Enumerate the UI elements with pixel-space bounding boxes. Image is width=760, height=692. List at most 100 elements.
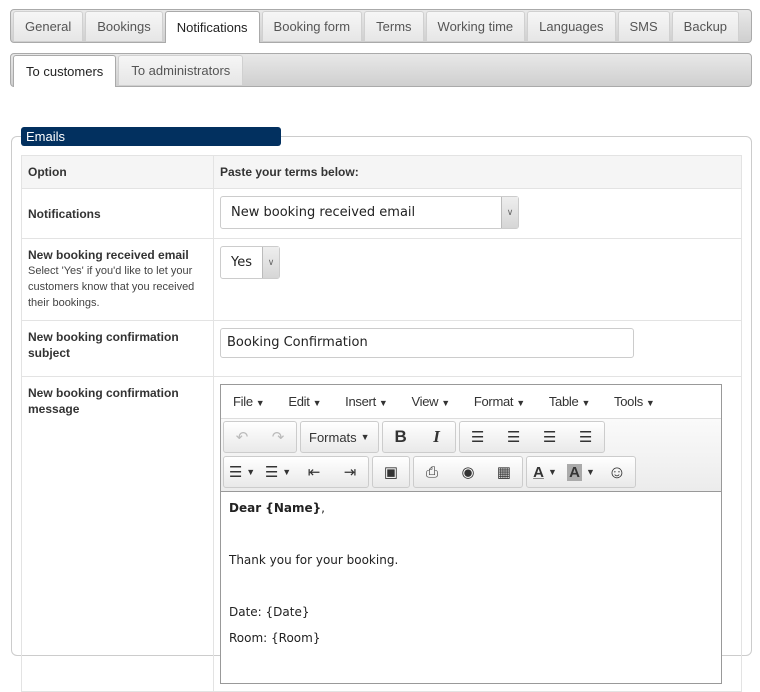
tab-to-customers[interactable]: To customers <box>13 55 117 87</box>
bullet-list-icon[interactable]: ☰ ▼ <box>224 457 260 487</box>
subject-label: New booking confirmation subject <box>21 320 214 377</box>
editor-toolbars: ↶ ↷ Formats ▼ B I ☰ ☰ ☰ ☰ ☰ ▼ ☰ ▼ ⇤ ⇥ ▣ … <box>221 419 721 492</box>
main-tabbar: General Bookings Notifications Booking f… <box>10 9 752 43</box>
received-email-cell: Yes ∨ <box>213 238 742 321</box>
caret-down-icon: ▼ <box>312 398 322 408</box>
preview-eye-icon[interactable]: ◉ <box>450 457 486 487</box>
table-header-row: Option Paste your terms below: <box>21 155 742 189</box>
tab-languages[interactable]: Languages <box>527 11 616 41</box>
caret-down-icon: ▼ <box>360 432 370 442</box>
background-color-icon[interactable]: A ▼ <box>563 457 599 487</box>
menu-table[interactable]: Table ▼ <box>549 394 590 409</box>
notifications-select-value: New booking received email <box>231 205 416 220</box>
text-color-icon[interactable]: A ▼ <box>527 457 563 487</box>
caret-down-icon: ▼ <box>645 398 655 408</box>
subject-input[interactable]: Booking Confirmation <box>220 328 634 358</box>
color-group: A ▼ A ▼ ☺ <box>526 456 636 488</box>
menu-file[interactable]: File ▼ <box>233 394 265 409</box>
tab-notifications[interactable]: Notifications <box>164 11 260 43</box>
menu-file-label: File <box>233 394 253 409</box>
menu-format-label: Format <box>473 394 514 409</box>
numbered-list-glyph: ☰ <box>264 464 279 481</box>
chevron-down-icon: ∨ <box>501 197 518 228</box>
table-row: New booking confirmation message File ▼ E… <box>21 376 742 692</box>
tab-bookings[interactable]: Bookings <box>85 11 163 41</box>
table-row: Notifications New booking received email… <box>21 188 742 239</box>
menu-view[interactable]: View ▼ <box>411 394 451 409</box>
tab-working-time[interactable]: Working time <box>425 11 526 41</box>
align-right-icon[interactable]: ☰ <box>532 422 568 452</box>
room-line: Room: {Room} <box>229 631 321 645</box>
emails-legend: Emails <box>21 127 281 146</box>
caret-down-icon: ▼ <box>378 398 388 408</box>
image-group: ▣ <box>372 456 410 488</box>
date-line: Date: {Date} <box>229 605 310 619</box>
sub-tabbar: To customers To administrators <box>10 53 752 87</box>
menu-insert[interactable]: Insert ▼ <box>345 394 388 409</box>
indent-icon[interactable]: ⇥ <box>332 457 368 487</box>
media-icon[interactable]: ▦ <box>486 457 522 487</box>
image-icon[interactable]: ▣ <box>373 457 409 487</box>
menu-tools[interactable]: Tools ▼ <box>614 394 655 409</box>
menu-view-label: View <box>411 394 439 409</box>
notifications-cell: New booking received email ∨ <box>213 188 742 239</box>
tab-general[interactable]: General <box>13 11 84 41</box>
justify-icon[interactable]: ☰ <box>568 422 604 452</box>
subject-cell: Booking Confirmation <box>213 320 742 377</box>
menu-edit[interactable]: Edit ▼ <box>288 394 321 409</box>
align-center-icon[interactable]: ☰ <box>496 422 532 452</box>
message-cell: File ▼ Edit ▼ Insert ▼ View ▼ Format ▼ Table ▼… <box>213 376 742 692</box>
align-left-icon[interactable]: ☰ <box>460 422 496 452</box>
received-email-help: Select 'Yes' if you'd like to let your c… <box>28 265 195 309</box>
message-label: New booking confirmation message <box>21 376 214 692</box>
rich-text-editor: File ▼ Edit ▼ Insert ▼ View ▼ Format ▼ Table ▼… <box>220 384 722 684</box>
greeting-comma: , <box>321 501 325 515</box>
formats-label: Formats <box>309 429 357 445</box>
received-email-select-value: Yes <box>231 255 252 270</box>
tab-sms[interactable]: SMS <box>617 11 670 41</box>
numbered-list-icon[interactable]: ☰ ▼ <box>260 457 296 487</box>
menu-insert-label: Insert <box>345 394 376 409</box>
align-group: ☰ ☰ ☰ ☰ <box>458 421 605 453</box>
value-column-header: Paste your terms below: <box>213 155 742 189</box>
table-row: New booking confirmation subject Booking… <box>21 320 742 377</box>
options-table: Option Paste your terms below: Notificat… <box>21 155 742 692</box>
history-group: ↶ ↷ <box>223 421 297 453</box>
toolbar-row-1: ↶ ↷ Formats ▼ B I ☰ ☰ ☰ ☰ <box>223 421 721 453</box>
menu-tools-label: Tools <box>614 394 643 409</box>
outdent-icon[interactable]: ⇤ <box>296 457 332 487</box>
caret-down-icon: ▼ <box>585 467 595 477</box>
bold-icon[interactable]: B <box>383 422 419 452</box>
bullet-list-glyph: ☰ <box>228 464 243 481</box>
text-color-glyph: A <box>533 463 544 481</box>
notifications-label: Notifications <box>21 188 214 239</box>
editor-menubar: File ▼ Edit ▼ Insert ▼ View ▼ Format ▼ Table ▼… <box>221 385 721 419</box>
menu-format[interactable]: Format ▼ <box>474 394 525 409</box>
caret-down-icon: ▼ <box>516 398 525 408</box>
print-icon[interactable]: ⎙ <box>414 457 450 487</box>
received-email-label-cell: New booking received email Select 'Yes' … <box>21 238 214 321</box>
undo-icon[interactable]: ↶ <box>224 422 260 452</box>
notifications-select[interactable]: New booking received email ∨ <box>220 196 519 229</box>
caret-down-icon: ▼ <box>547 467 557 477</box>
received-email-select[interactable]: Yes ∨ <box>220 246 280 279</box>
caret-down-icon: ▼ <box>581 398 591 408</box>
tab-to-administrators[interactable]: To administrators <box>118 55 244 85</box>
style-group: B I <box>381 421 456 453</box>
formats-dropdown[interactable]: Formats ▼ <box>301 422 378 452</box>
toolbar-row-2: ☰ ▼ ☰ ▼ ⇤ ⇥ ▣ ⎙ ◉ ▦ A ▼ A ▼ ☺ <box>223 456 721 488</box>
caret-down-icon: ▼ <box>282 467 292 477</box>
caret-down-icon: ▼ <box>441 398 450 408</box>
tab-booking-form[interactable]: Booking form <box>261 11 363 41</box>
caret-down-icon: ▼ <box>255 398 265 408</box>
option-column-header: Option <box>21 155 214 189</box>
italic-icon[interactable]: I <box>419 422 455 452</box>
emoticons-icon[interactable]: ☺ <box>599 457 635 487</box>
redo-icon[interactable]: ↷ <box>260 422 296 452</box>
list-group: ☰ ▼ ☰ ▼ ⇤ ⇥ <box>223 456 369 488</box>
tab-backup[interactable]: Backup <box>671 11 740 41</box>
menu-table-label: Table <box>548 394 579 409</box>
greeting-text: Dear {Name} <box>229 501 322 515</box>
tab-terms[interactable]: Terms <box>364 11 424 41</box>
bg-color-glyph: A <box>567 463 582 481</box>
